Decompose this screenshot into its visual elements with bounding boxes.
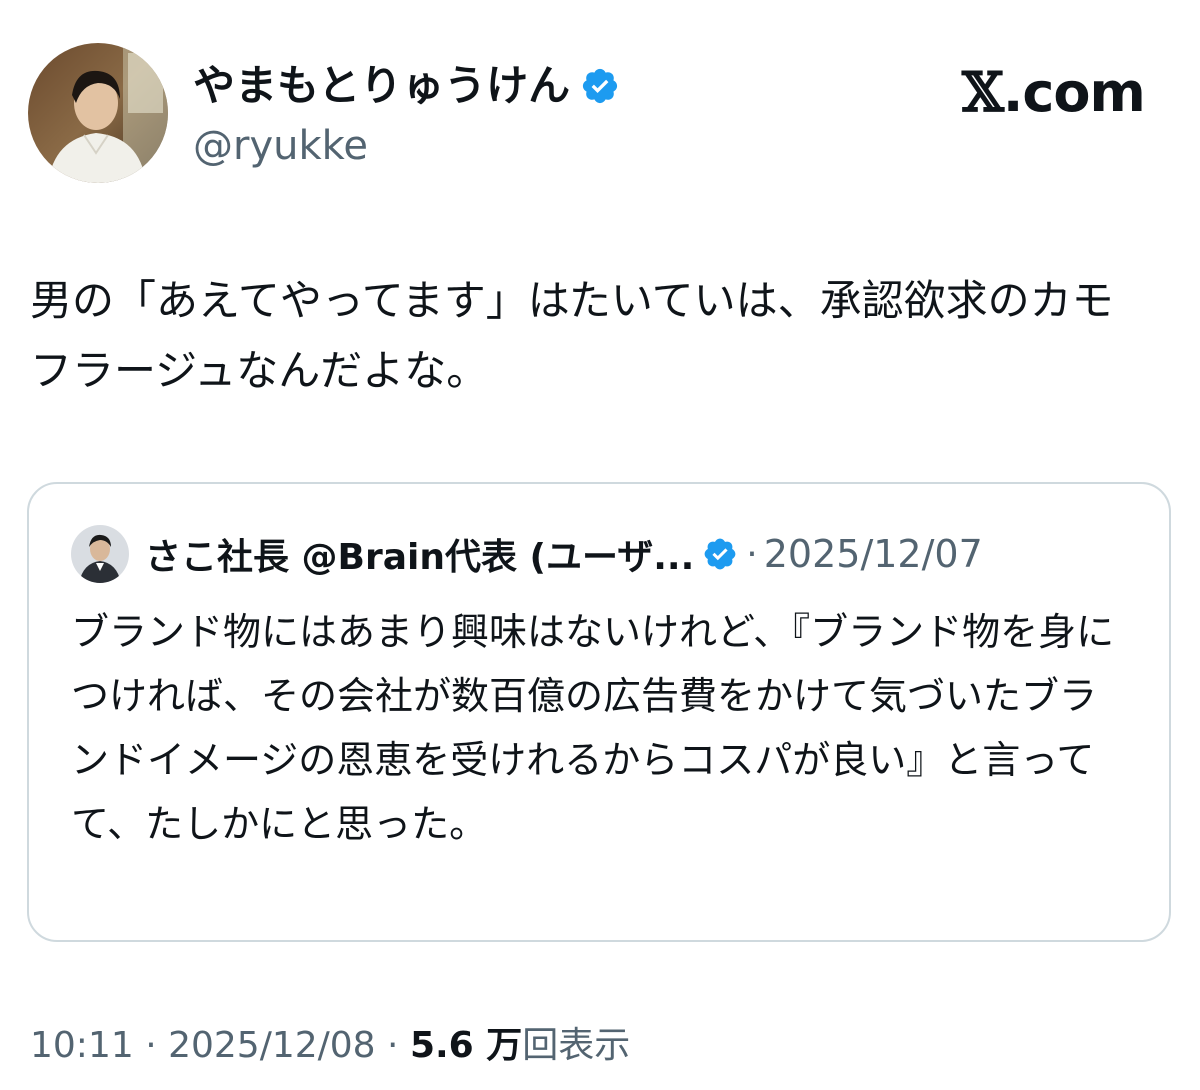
quoted-author-avatar[interactable] <box>71 525 129 583</box>
x-com-logo: 𝕏.com <box>962 60 1146 125</box>
quoted-date[interactable]: 2025/12/07 <box>764 532 983 576</box>
meta-separator: · <box>133 1025 169 1066</box>
tweet-meta: 10:11 · 2025/12/08 · 5.6 万回表示 <box>30 1022 630 1070</box>
quoted-tweet-card[interactable]: さこ社長 @Brain代表 (ユーザ... · 2025/12/07 ブランド物… <box>27 482 1171 942</box>
views-count: 5.6 万 <box>409 1025 523 1066</box>
quoted-author-avatar-image <box>71 525 129 583</box>
quoted-separator: · <box>746 533 758 575</box>
author-handle[interactable]: @ryukke <box>193 120 368 172</box>
quoted-tweet-text: ブランド物にはあまり興味はないけれど、『ブランド物を身につければ、その会社が数百… <box>71 610 1115 846</box>
author-avatar[interactable] <box>28 43 168 183</box>
tweet-date[interactable]: 2025/12/08 <box>168 1025 376 1066</box>
quoted-tweet-header: さこ社長 @Brain代表 (ユーザ... · 2025/12/07 <box>71 524 983 584</box>
author-name-text: やまもとりゅうけん <box>193 61 571 110</box>
meta-separator: · <box>375 1025 410 1066</box>
quoted-author-name[interactable]: さこ社長 @Brain代表 (ユーザ... <box>145 528 694 580</box>
tweet-text: 男の「あえてやってます」はたいていは、承認欲求のカモフラージュなんだよな。 <box>30 276 1114 395</box>
brand-domain: .com <box>1002 61 1146 124</box>
views-label: 回表示 <box>522 1025 631 1066</box>
quoted-verified-badge-icon <box>704 538 736 570</box>
author-avatar-image <box>28 43 168 183</box>
verified-badge-icon <box>583 68 618 104</box>
tweet-time[interactable]: 10:11 <box>30 1025 134 1066</box>
author-display-name[interactable]: やまもとりゅうけん <box>193 58 620 114</box>
x-logo-icon: 𝕏 <box>962 60 1004 124</box>
